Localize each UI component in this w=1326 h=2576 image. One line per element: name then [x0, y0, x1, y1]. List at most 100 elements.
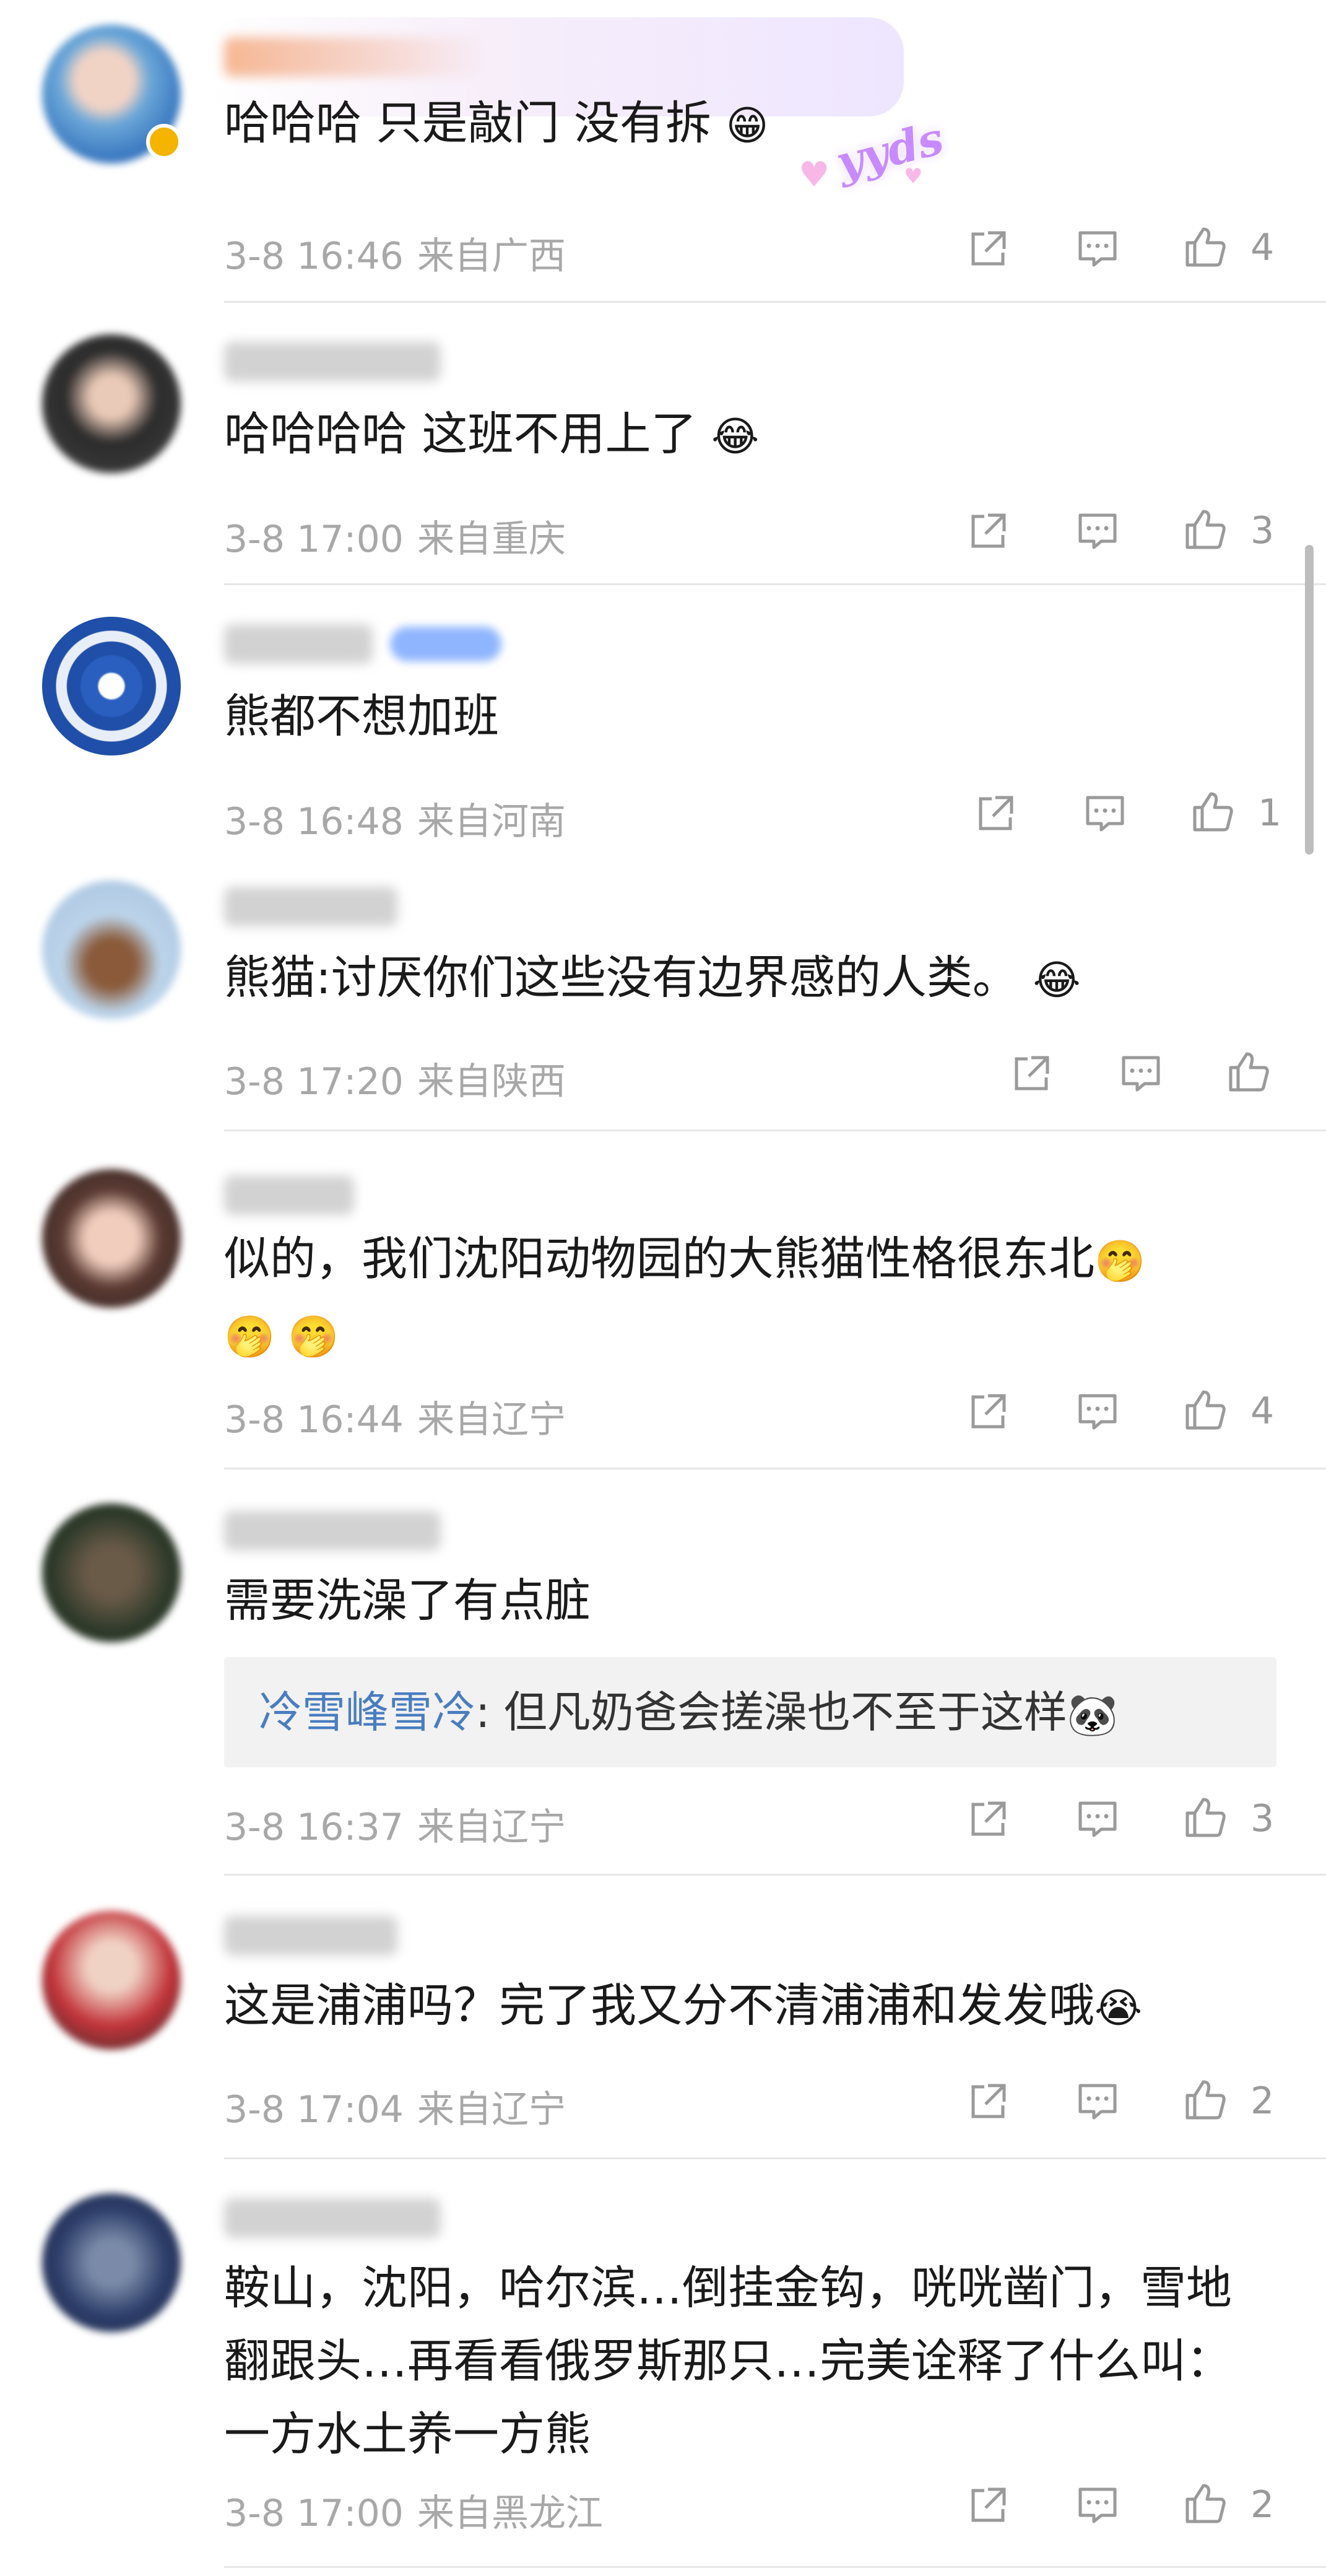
comment-text-content: 这是浦浦吗？完了我又分不清浦浦和发发哦 — [224, 1979, 1094, 2032]
share-icon[interactable] — [966, 509, 1010, 554]
share-icon[interactable] — [966, 1390, 1010, 1434]
shushing-face-emoji-icon: 🤭 🤭 — [224, 1313, 339, 1361]
divider — [224, 2157, 1326, 2159]
tears-of-joy-emoji-icon: 😂 — [1033, 956, 1081, 1004]
comment-meta: 3-8 16:48 来自河南 — [224, 791, 566, 845]
comment-time: 3-8 17:20 — [224, 1060, 404, 1103]
thumbs-up-icon[interactable] — [1182, 2481, 1227, 2525]
comment-icon[interactable] — [1075, 509, 1120, 554]
comment-time: 3-8 17:00 — [224, 518, 404, 561]
reply-content: : 但凡奶爸会搓澡也不至于这样 — [475, 1687, 1067, 1738]
username-redacted[interactable] — [224, 624, 373, 664]
comment-meta: 3-8 17:20 来自陕西 — [224, 1051, 566, 1105]
comment-text: 哈哈哈哈 这班不用上了 😂 — [224, 398, 1276, 473]
share-icon[interactable] — [966, 1797, 1010, 1842]
tears-of-joy-emoji-icon: 😂 — [711, 412, 760, 461]
thumbs-up-icon[interactable] — [1182, 2077, 1227, 2121]
like-count: 1 — [1258, 791, 1282, 835]
reply-username[interactable]: 冷雪峰雪冷 — [259, 1687, 475, 1738]
share-icon[interactable] — [966, 227, 1010, 271]
divider — [224, 2566, 1326, 2568]
comment-icon[interactable] — [1075, 2079, 1120, 2124]
username-redacted[interactable] — [224, 342, 441, 381]
comment-icon[interactable] — [1075, 2483, 1120, 2528]
username-redacted[interactable] — [224, 1916, 397, 1956]
comment-text-content: 哈哈哈哈 这班不用上了 — [224, 407, 697, 461]
comment-text-content: 鞍山，沈阳，哈尔滨…倒挂金钩，咣咣凿门，雪地翻跟头…再看看俄罗斯那只…完美诠释了… — [224, 2261, 1232, 2461]
divider — [224, 1468, 1326, 1469]
thumbs-up-icon[interactable] — [1226, 1049, 1270, 1094]
heart-decoration-icon: ♥ — [799, 155, 830, 195]
comment-meta: 3-8 16:46 来自广西 — [224, 226, 566, 280]
like-count: 2 — [1250, 2079, 1275, 2123]
comment-meta: 3-8 17:00 来自黑龙江 — [224, 2483, 603, 2537]
comment-location: 来自辽宁 — [417, 1398, 566, 1442]
avatar[interactable] — [42, 334, 181, 473]
thumbs-up-icon[interactable] — [1182, 1387, 1227, 1432]
username-redacted[interactable] — [224, 1175, 354, 1215]
thumbs-up-icon[interactable] — [1190, 789, 1234, 833]
scrollbar[interactable] — [1305, 545, 1314, 855]
comment-text: 哈哈哈 只是敲门 没有拆 😁 — [224, 87, 1276, 162]
thumbs-up-icon[interactable] — [1182, 224, 1227, 269]
comment-location: 来自陕西 — [417, 1060, 566, 1103]
share-icon[interactable] — [966, 2079, 1010, 2124]
username-redacted[interactable] — [224, 887, 397, 926]
comment-time: 3-8 17:04 — [224, 2088, 404, 2131]
avatar[interactable] — [42, 881, 181, 1019]
comment-meta: 3-8 16:37 来自辽宁 — [224, 1797, 566, 1851]
avatar[interactable] — [42, 1169, 181, 1308]
comment-location: 来自重庆 — [417, 518, 566, 561]
comment-text-content: 需要洗澡了有点脏 — [224, 1574, 591, 1627]
share-icon[interactable] — [973, 791, 1018, 836]
like-count: 3 — [1250, 509, 1275, 552]
comment-text-content: 哈哈哈 只是敲门 没有拆 — [224, 97, 712, 150]
panda-emoji-icon: 🐼 — [1067, 1690, 1119, 1739]
divider — [224, 1874, 1326, 1876]
comment-icon[interactable] — [1083, 791, 1127, 836]
comment-text: 熊都不想加班 — [224, 680, 1276, 753]
divider — [224, 1129, 1326, 1131]
like-count: 4 — [1250, 1390, 1275, 1433]
comment-meta: 3-8 17:04 来自辽宁 — [224, 2079, 566, 2133]
thumbs-up-icon[interactable] — [1182, 507, 1227, 551]
vip-badge — [390, 627, 501, 661]
comment-location: 来自河南 — [417, 800, 566, 843]
comment-icon[interactable] — [1119, 1051, 1163, 1096]
like-count: 4 — [1250, 226, 1275, 269]
comment-text-content: 熊都不想加班 — [224, 690, 499, 743]
comment-meta: 3-8 17:00 来自重庆 — [224, 509, 566, 563]
comment-time: 3-8 17:00 — [224, 2492, 404, 2535]
avatar[interactable] — [42, 2193, 181, 2332]
comment-text: 鞍山，沈阳，哈尔滨…倒挂金钩，咣咣凿门，雪地翻跟头…再看看俄罗斯那只…完美诠释了… — [224, 2252, 1264, 2471]
reply-preview[interactable]: 冷雪峰雪冷: 但凡奶爸会搓澡也不至于这样🐼 — [224, 1657, 1276, 1767]
thumbs-up-icon[interactable] — [1182, 1795, 1227, 1839]
comment-icon[interactable] — [1075, 227, 1120, 271]
comment-icon[interactable] — [1075, 1797, 1120, 1842]
comment-text-content: 熊猫:讨厌你们这些没有边界感的人类。 — [224, 951, 1018, 1004]
comment-time: 3-8 16:46 — [224, 235, 404, 278]
comment-time: 3-8 16:48 — [224, 800, 404, 843]
avatar[interactable] — [42, 617, 181, 755]
comment-location: 来自辽宁 — [417, 1806, 566, 1849]
share-icon[interactable] — [1009, 1051, 1054, 1096]
verified-badge-icon — [146, 124, 182, 160]
comment-location: 来自黑龙江 — [417, 2492, 603, 2535]
comment-text-content: 似的，我们沈阳动物园的大熊猫性格很东北 — [224, 1232, 1094, 1286]
username-redacted[interactable] — [224, 1511, 441, 1551]
comment-icon[interactable] — [1075, 1390, 1120, 1434]
share-icon[interactable] — [966, 2483, 1010, 2528]
avatar[interactable] — [42, 1503, 181, 1642]
grin-emoji-icon: 😁 — [726, 102, 769, 150]
comment-text: 似的，我们沈阳动物园的大熊猫性格很东北🤭 🤭 🤭 — [224, 1222, 1276, 1374]
username-redacted[interactable] — [224, 2198, 441, 2238]
comment-text: 这是浦浦吗？完了我又分不清浦浦和发发哦😭 — [224, 1969, 1276, 2045]
comment-location: 来自广西 — [417, 235, 566, 278]
shushing-face-emoji-icon: 🤭 — [1094, 1237, 1146, 1286]
divider — [224, 583, 1326, 585]
comment-time: 3-8 16:44 — [224, 1398, 404, 1442]
avatar[interactable] — [42, 1911, 181, 2050]
like-count: 2 — [1250, 2483, 1275, 2526]
comment-location: 来自辽宁 — [417, 2088, 566, 2131]
comment-time: 3-8 16:37 — [224, 1806, 404, 1849]
